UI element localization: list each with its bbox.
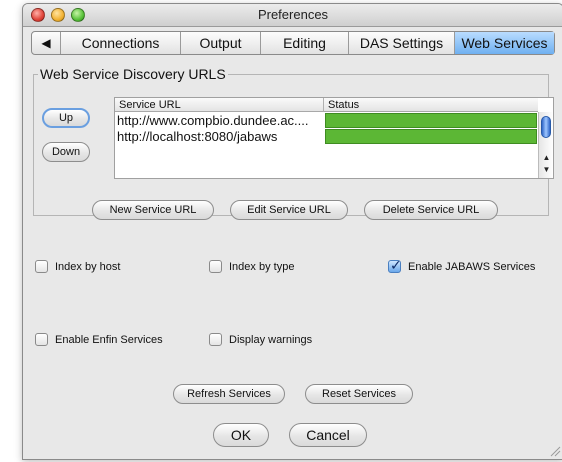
reset-services-button[interactable]: Reset Services [305,384,413,404]
new-service-url-button[interactable]: New Service URL [92,200,214,220]
checkbox-box[interactable] [209,260,222,273]
column-header-status[interactable]: Status [324,98,538,112]
status-cell[interactable] [325,129,537,144]
scroll-up-icon[interactable]: ▲ [539,152,554,164]
checkmark-icon: ✓ [390,257,402,273]
cancel-button[interactable]: Cancel [289,423,367,447]
tab-editing[interactable]: Editing [260,32,348,54]
scroll-down-icon[interactable]: ▼ [539,164,554,176]
column-header-service-url[interactable]: Service URL [115,98,324,112]
checkbox-box[interactable]: ✓ [388,257,402,273]
checkbox-box[interactable] [35,333,48,346]
down-button[interactable]: Down [42,142,90,162]
tab-bar: ◀ Connections Output Editing DAS Setting… [31,31,555,55]
up-button[interactable]: Up [42,108,90,128]
left-triangle-icon: ◀ [41,36,51,50]
resize-grip-icon[interactable] [549,445,561,457]
table-scrollbar[interactable]: ▲ ▼ [538,112,553,178]
tab-scroll-left-button[interactable]: ◀ [32,32,60,54]
refresh-services-button[interactable]: Refresh Services [173,384,285,404]
checkbox-box[interactable] [35,260,48,273]
discovery-group: Web Service Discovery URLS Up Down Servi… [33,66,554,220]
tab-output[interactable]: Output [180,32,260,54]
preferences-window: Preferences ◀ Connections Output Editing… [22,3,562,460]
delete-service-url-button[interactable]: Delete Service URL [364,200,498,220]
tab-das-settings[interactable]: DAS Settings [348,32,454,54]
tab-connections[interactable]: Connections [60,32,180,54]
status-cell[interactable] [325,113,537,128]
service-url-table: Service URL Status http://www.compbio.du… [114,97,554,179]
edit-service-url-button[interactable]: Edit Service URL [230,200,348,220]
tab-web-services[interactable]: Web Services [454,32,554,54]
title-bar[interactable]: Preferences [23,4,562,27]
window-title: Preferences [257,7,329,22]
ok-button[interactable]: OK [213,423,269,447]
service-url-cell[interactable]: http://www.compbio.dundee.ac.... [115,113,324,129]
scrollbar-thumb[interactable] [541,116,551,138]
discovery-legend: Web Service Discovery URLS [40,66,226,82]
service-url-cell[interactable]: http://localhost:8080/jabaws [115,129,324,145]
checkbox-box[interactable] [209,333,222,346]
web-services-panel: Web Service Discovery URLS Up Down Servi… [31,62,554,442]
